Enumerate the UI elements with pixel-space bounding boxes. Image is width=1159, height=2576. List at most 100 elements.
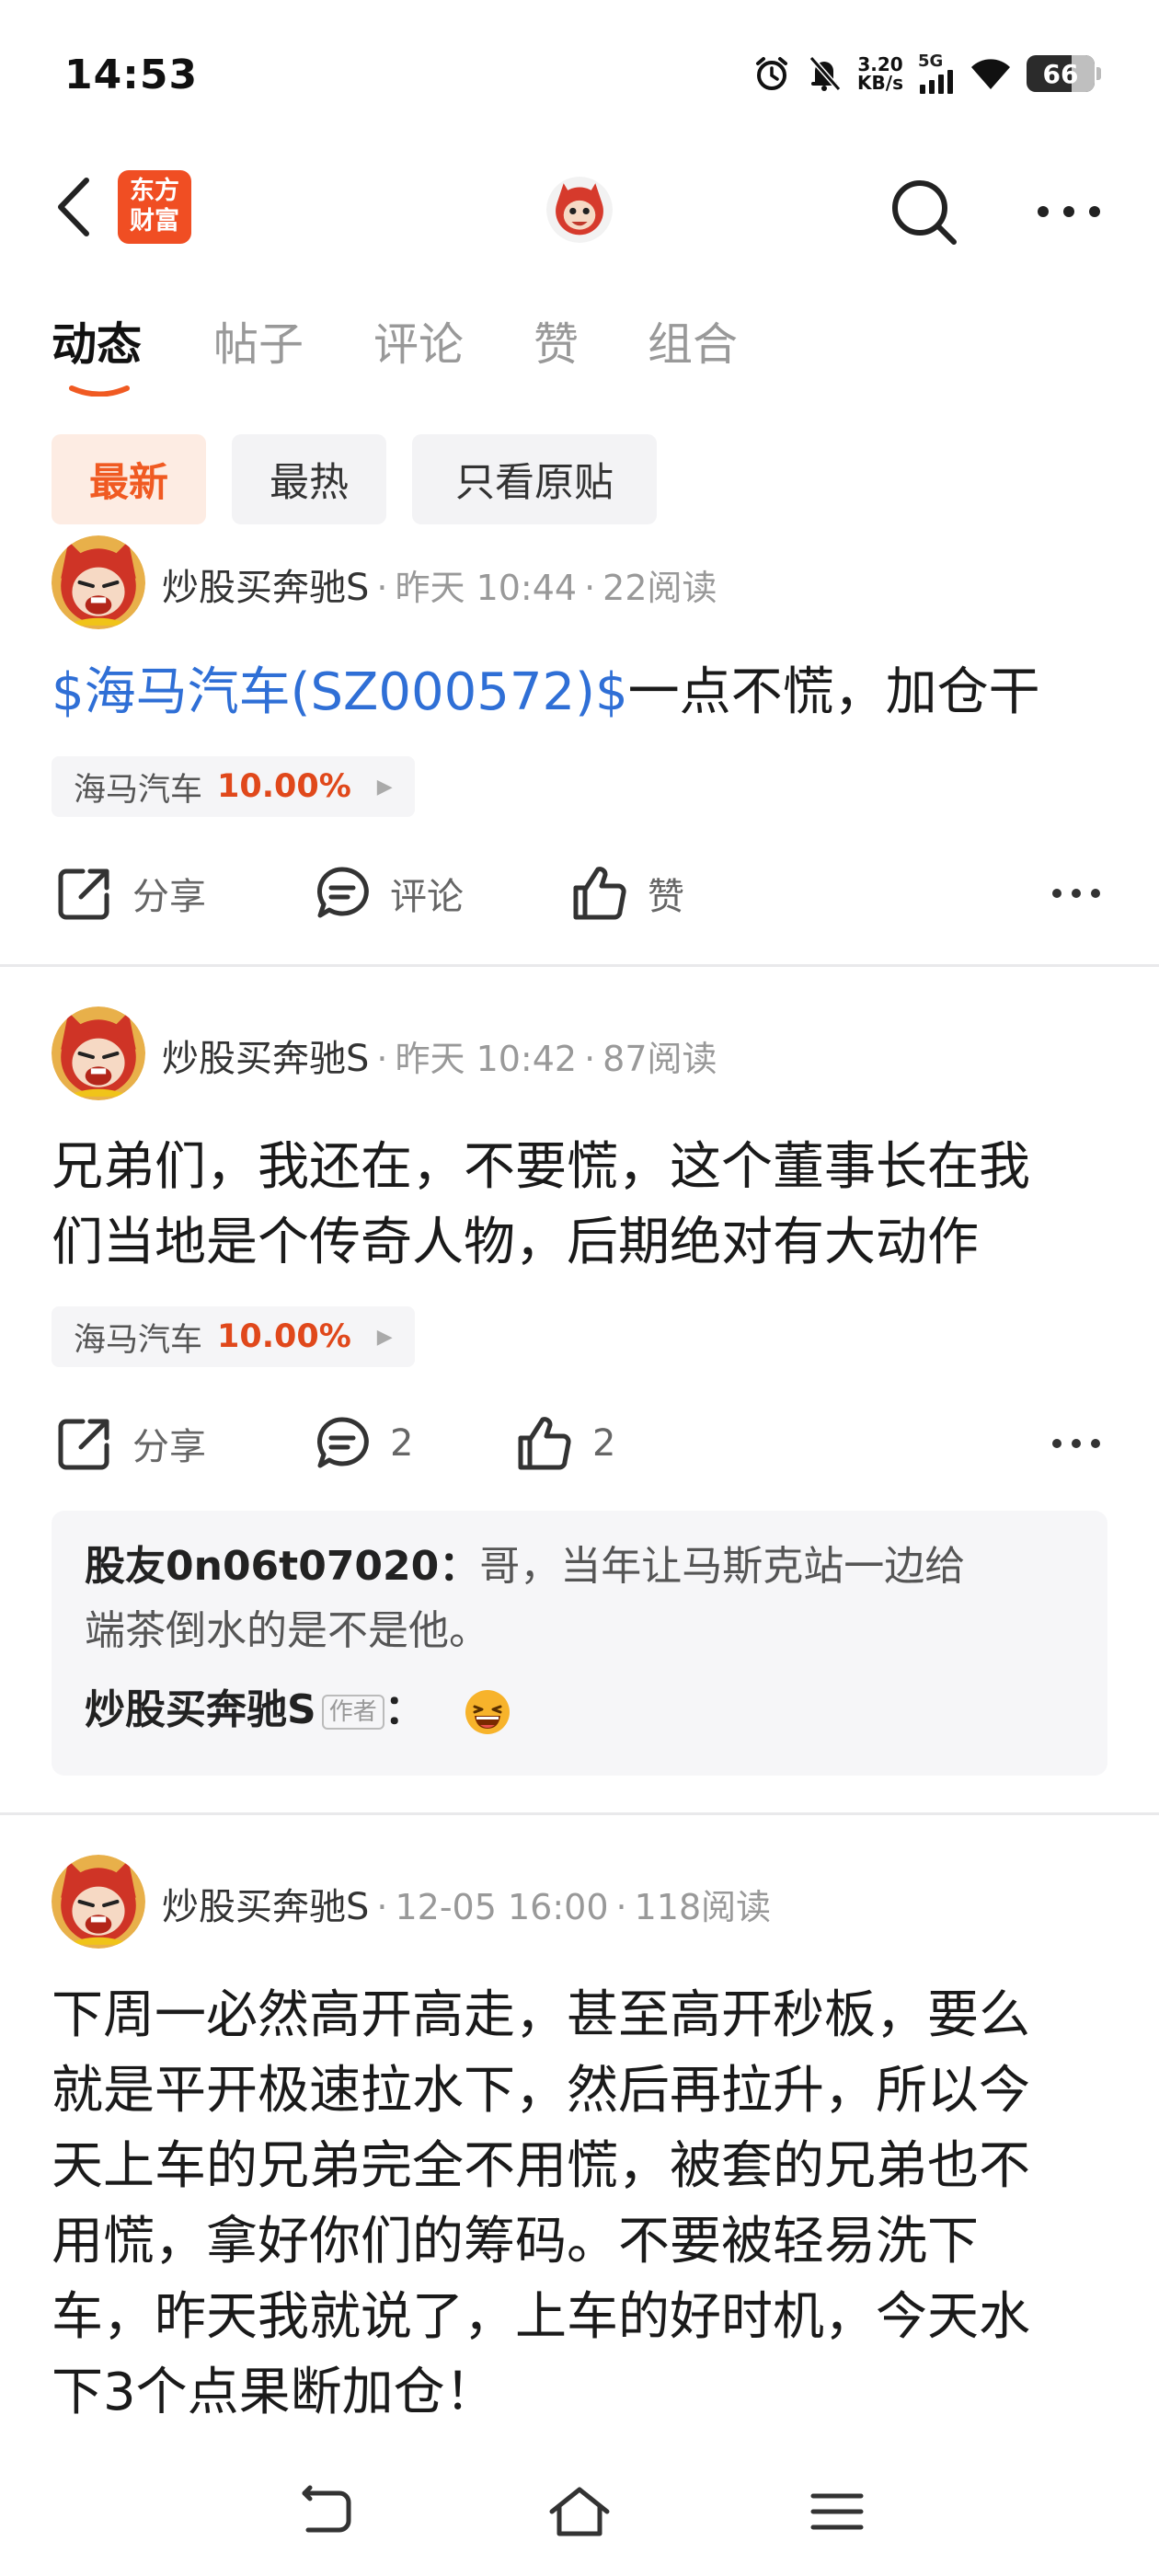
more-options-button[interactable] bbox=[1030, 184, 1107, 239]
menu-icon bbox=[810, 2493, 864, 2530]
comment-button[interactable]: 2 bbox=[313, 1402, 413, 1485]
stock-tag-change: 10.00% bbox=[217, 768, 351, 805]
meta-separator: · bbox=[376, 1039, 388, 1079]
post-text-line: 下周一必然高开高走，甚至高开秒板，要么 bbox=[52, 1985, 1030, 2045]
post-author[interactable]: 炒股买奔驰S bbox=[162, 1886, 369, 1928]
author-badge: 作者 bbox=[321, 1695, 384, 1730]
tab-dynamics[interactable]: 动态 bbox=[52, 308, 142, 374]
nav-home-button[interactable] bbox=[534, 2475, 625, 2548]
post-text-line: 用慌，拿好你们的筹码。不要被轻易洗下 bbox=[52, 2212, 979, 2271]
back-button[interactable] bbox=[46, 175, 101, 239]
comment-preview[interactable]: 股友0n06t07020：哥，当年让马斯克站一边给端茶倒水的是不是他。 炒股买奔… bbox=[52, 1511, 1107, 1776]
filter-latest[interactable]: 最新 bbox=[52, 434, 206, 524]
comment-button[interactable]: 评论 bbox=[313, 852, 464, 935]
chevron-left-icon bbox=[58, 178, 89, 236]
triangle-right-icon: ▶ bbox=[376, 775, 393, 799]
comment-author[interactable]: 炒股买奔驰S bbox=[85, 1686, 316, 1733]
post-more-button[interactable] bbox=[1039, 1402, 1113, 1485]
post-text-line: 兄弟们，我还在，不要慌，这个董事长在我 bbox=[52, 1137, 1030, 1197]
share-icon bbox=[58, 1419, 109, 1470]
thumbs-up-icon bbox=[573, 867, 626, 920]
comment-icon bbox=[316, 867, 369, 918]
share-button[interactable]: 分享 bbox=[55, 852, 206, 935]
back-arrow-icon bbox=[302, 2485, 351, 2533]
comment-icon bbox=[316, 1417, 369, 1468]
post-header: 炒股买奔驰S · 12-05 16:00 · 118阅读 bbox=[0, 1855, 1159, 1950]
share-button[interactable]: 分享 bbox=[55, 1402, 206, 1485]
post-read-count: 87阅读 bbox=[602, 1039, 717, 1079]
post-more-button[interactable] bbox=[1039, 852, 1113, 935]
post-content[interactable]: 下周一必然高开高走，甚至高开秒板，要么 就是平开极速拉水下，然后再拉升，所以今 … bbox=[52, 1978, 1109, 2431]
brand-logo-line1: 东方 bbox=[130, 177, 179, 205]
like-count: 2 bbox=[592, 1422, 616, 1465]
post-read-count: 22阅读 bbox=[602, 568, 717, 608]
status-icons: 3.20 KB/s 5G 66 bbox=[752, 52, 1101, 96]
tab-posts[interactable]: 帖子 bbox=[213, 308, 304, 374]
stock-tag[interactable]: 海马汽车 10.00% ▶ bbox=[52, 756, 415, 817]
post-read-count: 118阅读 bbox=[634, 1887, 772, 1927]
battery-indicator: 66 bbox=[1027, 55, 1101, 92]
avatar[interactable] bbox=[52, 1855, 145, 1949]
header-avatar[interactable] bbox=[546, 177, 613, 243]
comment-author[interactable]: 股友0n06t07020 bbox=[85, 1543, 439, 1590]
battery-level: 66 bbox=[1042, 58, 1079, 89]
post-author[interactable]: 炒股买奔驰S bbox=[162, 567, 369, 609]
post-time: 昨天 10:44 bbox=[395, 568, 578, 608]
search-button[interactable] bbox=[885, 173, 962, 250]
app-header: 东方 财富 bbox=[0, 156, 1159, 258]
like-label: 赞 bbox=[648, 876, 684, 918]
triangle-right-icon: ▶ bbox=[376, 1325, 393, 1349]
filter-hottest[interactable]: 最热 bbox=[232, 434, 386, 524]
meta-separator: · bbox=[376, 1887, 388, 1927]
post-header: 炒股买奔驰S · 昨天 10:44 · 22阅读 bbox=[0, 535, 1159, 631]
comment-text: 端茶倒水的是不是他。 bbox=[85, 1607, 489, 1654]
meta-separator: · bbox=[376, 568, 388, 608]
tab-portfolio[interactable]: 组合 bbox=[648, 308, 738, 374]
system-navigation-bar bbox=[0, 2447, 1159, 2576]
network-speed: 3.20 KB/s bbox=[857, 55, 903, 92]
post-text: 一点不慌，加仓干 bbox=[627, 662, 1040, 722]
tab-comments[interactable]: 评论 bbox=[373, 308, 464, 374]
stock-tag[interactable]: 海马汽车 10.00% ▶ bbox=[52, 1306, 415, 1367]
post-actions: 分享 评论 赞 bbox=[0, 852, 1159, 935]
brand-logo[interactable]: 东方 财富 bbox=[118, 170, 191, 244]
share-label: 分享 bbox=[132, 876, 206, 918]
network-speed-unit: KB/s bbox=[857, 72, 903, 94]
signal-icon bbox=[920, 70, 953, 94]
more-horizontal-icon bbox=[1038, 206, 1100, 217]
stock-tag-change: 10.00% bbox=[217, 1318, 351, 1355]
meta-separator: · bbox=[584, 568, 596, 608]
cellular-signal: 5G bbox=[918, 53, 955, 94]
comment-text: 哥，当年让马斯克站一边给 bbox=[479, 1543, 966, 1590]
stock-link[interactable]: $海马汽车(SZ000572)$ bbox=[52, 662, 628, 722]
post-author[interactable]: 炒股买奔驰S bbox=[162, 1038, 369, 1080]
nav-menu-button[interactable] bbox=[791, 2475, 883, 2548]
post-actions: 分享 2 2 bbox=[0, 1402, 1159, 1485]
alarm-icon bbox=[756, 57, 788, 90]
meta-separator: · bbox=[584, 1039, 596, 1079]
post-content[interactable]: 兄弟们，我还在，不要慌，这个董事长在我 们当地是个传奇人物，后期绝对有大动作 bbox=[52, 1130, 1109, 1281]
post-time: 12-05 16:00 bbox=[395, 1887, 609, 1927]
brand-logo-line2: 财富 bbox=[130, 207, 179, 236]
post-text-line: 天上车的兄弟完全不用慌，被套的兄弟也不 bbox=[52, 2136, 1030, 2196]
comment-item: 炒股买奔驰S 作者： bbox=[85, 1678, 1074, 1742]
post-content[interactable]: $海马汽车(SZ000572)$一点不慌，加仓干 bbox=[52, 655, 1109, 730]
tab-likes[interactable]: 赞 bbox=[534, 308, 579, 374]
like-button[interactable]: 赞 bbox=[570, 852, 684, 935]
like-button[interactable]: 2 bbox=[515, 1402, 615, 1485]
comment-separator: ： bbox=[439, 1543, 480, 1590]
nav-back-button[interactable] bbox=[278, 2475, 370, 2548]
filter-original-only[interactable]: 只看原贴 bbox=[412, 434, 657, 524]
wifi-icon bbox=[971, 59, 1010, 89]
post-text-line: 下3个点果断加仓！ bbox=[52, 2363, 497, 2422]
share-icon bbox=[58, 868, 109, 920]
share-label: 分享 bbox=[132, 1426, 206, 1468]
comment-item: 股友0n06t07020：哥，当年让马斯克站一边给端茶倒水的是不是他。 bbox=[85, 1535, 1074, 1663]
network-type: 5G bbox=[918, 52, 944, 71]
mute-icon bbox=[809, 56, 842, 91]
avatar[interactable] bbox=[52, 535, 145, 629]
status-time: 14:53 bbox=[64, 52, 199, 98]
post-divider bbox=[0, 964, 1159, 967]
post-text-line: 就是平开极速拉水下，然后再拉升，所以今 bbox=[52, 2061, 1030, 2121]
avatar[interactable] bbox=[52, 1006, 145, 1100]
